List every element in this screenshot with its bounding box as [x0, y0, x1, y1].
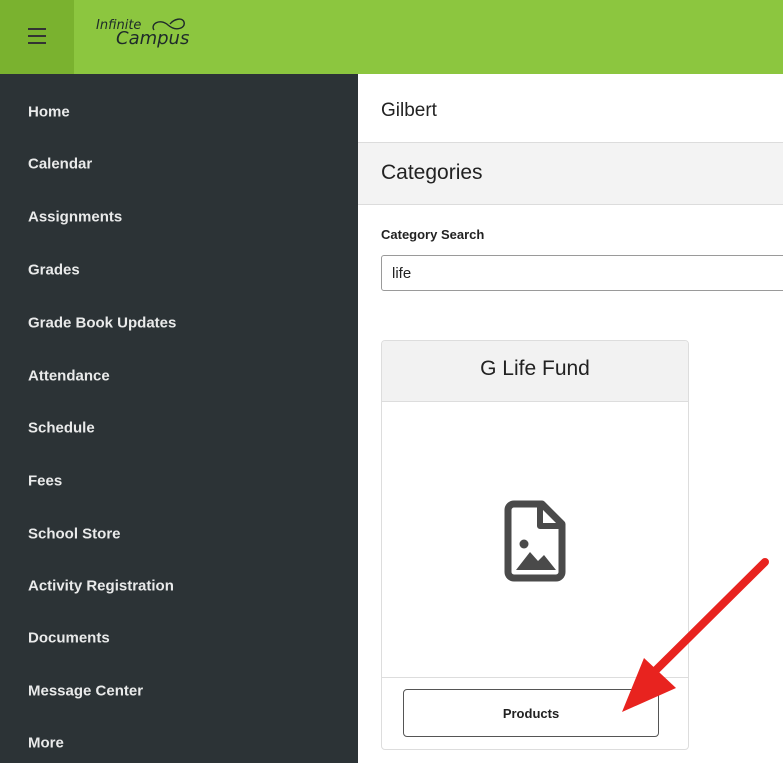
sidebar-item-attendance[interactable]: Attendance: [0, 350, 358, 402]
sidebar-item-label: Documents: [28, 629, 110, 647]
sidebar-item-activity-registration[interactable]: Activity Registration: [0, 560, 358, 612]
sidebar-item-grade-book-updates[interactable]: Grade Book Updates: [0, 297, 358, 349]
red-arrow-annotation: [622, 558, 769, 712]
hamburger-icon-line: [28, 35, 46, 37]
menu-button[interactable]: [0, 0, 74, 74]
sidebar-item-label: More: [28, 734, 64, 752]
sidebar-item-documents[interactable]: Documents: [0, 612, 358, 664]
school-name: Gilbert: [381, 100, 437, 121]
logo-text-bottom: Campus: [116, 28, 190, 49]
sidebar-item-label: School Store: [28, 525, 121, 543]
sidebar-item-label: Grade Book Updates: [28, 314, 177, 332]
sidebar-item-more[interactable]: More: [0, 717, 358, 769]
category-search-label: Category Search: [381, 227, 485, 242]
sidebar-item-school-store[interactable]: School Store: [0, 508, 358, 560]
infinite-campus-logo[interactable]: Infinite Campus: [96, 18, 246, 58]
hamburger-icon: [28, 28, 46, 30]
sidebar-item-grades[interactable]: Grades: [0, 244, 358, 296]
sidebar-item-label: Grades: [28, 261, 80, 279]
category-search-input[interactable]: [381, 255, 783, 291]
sidebar-item-fees[interactable]: Fees: [0, 455, 358, 507]
sidebar-item-home[interactable]: Home: [0, 86, 358, 138]
top-bar: Infinite Campus: [0, 0, 783, 74]
page-title: Categories: [381, 161, 483, 184]
hamburger-icon-line: [28, 42, 46, 44]
card-header: G Life Fund: [382, 341, 688, 402]
sidebar-nav: Home Calendar Assignments Grades Grade B…: [0, 74, 358, 763]
image-file-icon: [504, 500, 566, 582]
sidebar-item-label: Assignments: [28, 208, 123, 226]
sidebar-item-label: Fees: [28, 472, 63, 490]
sidebar-item-calendar[interactable]: Calendar: [0, 138, 358, 190]
sidebar-item-label: Schedule: [28, 419, 95, 437]
sidebar-item-schedule[interactable]: Schedule: [0, 402, 358, 454]
sidebar-item-label: Activity Registration: [28, 577, 174, 595]
sidebar-item-label: Calendar: [28, 155, 93, 173]
card-title: G Life Fund: [480, 357, 590, 380]
sidebar-item-label: Attendance: [28, 367, 110, 385]
sidebar-item-label: Home: [28, 103, 70, 121]
categories-header: Categories: [358, 143, 783, 205]
sidebar-item-assignments[interactable]: Assignments: [0, 191, 358, 243]
sidebar-item-message-center[interactable]: Message Center: [0, 665, 358, 717]
sidebar-item-label: Message Center: [28, 682, 144, 700]
